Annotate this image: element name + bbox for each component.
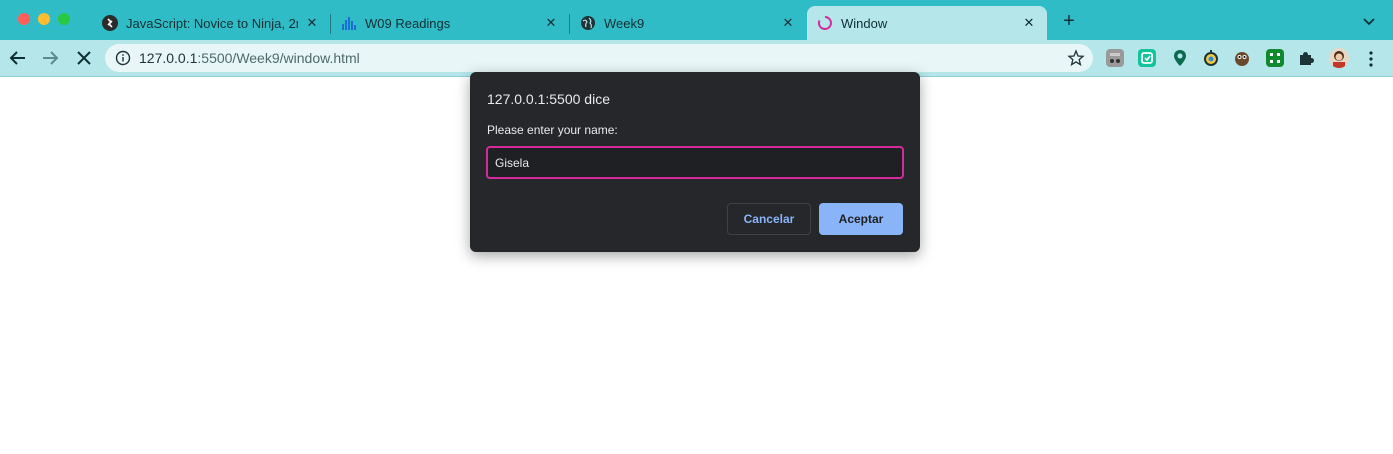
forward-button[interactable]	[40, 48, 60, 68]
owl-icon[interactable]	[1233, 49, 1251, 67]
tab-close-icon[interactable]: ✕	[780, 15, 796, 31]
url-host: 127.0.0.1	[139, 50, 198, 66]
tab-strip: JavaScript: Novice to Ninja, 2nd ✕ W09 R…	[0, 0, 1393, 40]
tab-close-icon[interactable]: ✕	[1021, 15, 1037, 31]
window-minimize-button[interactable]	[38, 13, 50, 25]
accept-button[interactable]: Aceptar	[819, 203, 903, 235]
timer-icon[interactable]	[1202, 49, 1220, 67]
tab-title: W09 Readings	[365, 15, 451, 31]
tab-close-icon[interactable]: ✕	[543, 15, 559, 31]
url-text[interactable]: 127.0.0.1:5500/Week9/window.html	[139, 50, 360, 66]
url-path: :5500/Week9/window.html	[197, 50, 360, 66]
cancel-button[interactable]: Cancelar	[727, 203, 811, 235]
tab-search-chevron-icon[interactable]	[1362, 14, 1376, 28]
address-bar[interactable]: 127.0.0.1:5500/Week9/window.html	[105, 44, 1093, 72]
profile-avatar[interactable]	[1329, 48, 1349, 68]
puzzle-icon[interactable]	[1297, 49, 1315, 67]
new-tab-button[interactable]: +	[1060, 11, 1078, 31]
stop-loading-button[interactable]	[74, 48, 94, 68]
tab-javascript-novice-to-ninja[interactable]: JavaScript: Novice to Ninja, 2nd ✕	[92, 6, 330, 40]
tab-title: Week9	[604, 15, 645, 31]
dialog-title: 127.0.0.1:5500 dice	[487, 91, 610, 107]
tab-title: Window	[841, 15, 888, 31]
green-grid-icon[interactable]	[1266, 49, 1284, 67]
tab-window[interactable]: Window ✕	[807, 6, 1047, 40]
bookmark-star-icon[interactable]	[1067, 49, 1085, 67]
location-pin-icon[interactable]	[1171, 49, 1189, 67]
globe-icon	[580, 15, 596, 31]
tampermonkey-icon[interactable]	[1106, 49, 1124, 67]
prompt-dialog: 127.0.0.1:5500 dice Please enter your na…	[470, 72, 920, 252]
window-zoom-button[interactable]	[58, 13, 70, 25]
tab-week9[interactable]: Week9 ✕	[570, 6, 806, 40]
back-button[interactable]	[8, 48, 28, 68]
tab-title: JavaScript: Novice to Ninja, 2nd	[126, 15, 298, 31]
dialog-message: Please enter your name:	[487, 123, 618, 137]
loading-spinner-icon	[817, 15, 833, 31]
bar-chart-icon	[341, 15, 357, 31]
grammarly-icon[interactable]	[1138, 49, 1156, 67]
name-input[interactable]	[486, 146, 904, 179]
browser-menu-icon[interactable]	[1364, 50, 1378, 68]
tab-w09-readings[interactable]: W09 Readings ✕	[331, 6, 569, 40]
tab-close-icon[interactable]: ✕	[304, 15, 320, 31]
sitepoint-icon	[102, 15, 118, 31]
site-info-icon[interactable]	[115, 50, 131, 66]
window-close-button[interactable]	[18, 13, 30, 25]
